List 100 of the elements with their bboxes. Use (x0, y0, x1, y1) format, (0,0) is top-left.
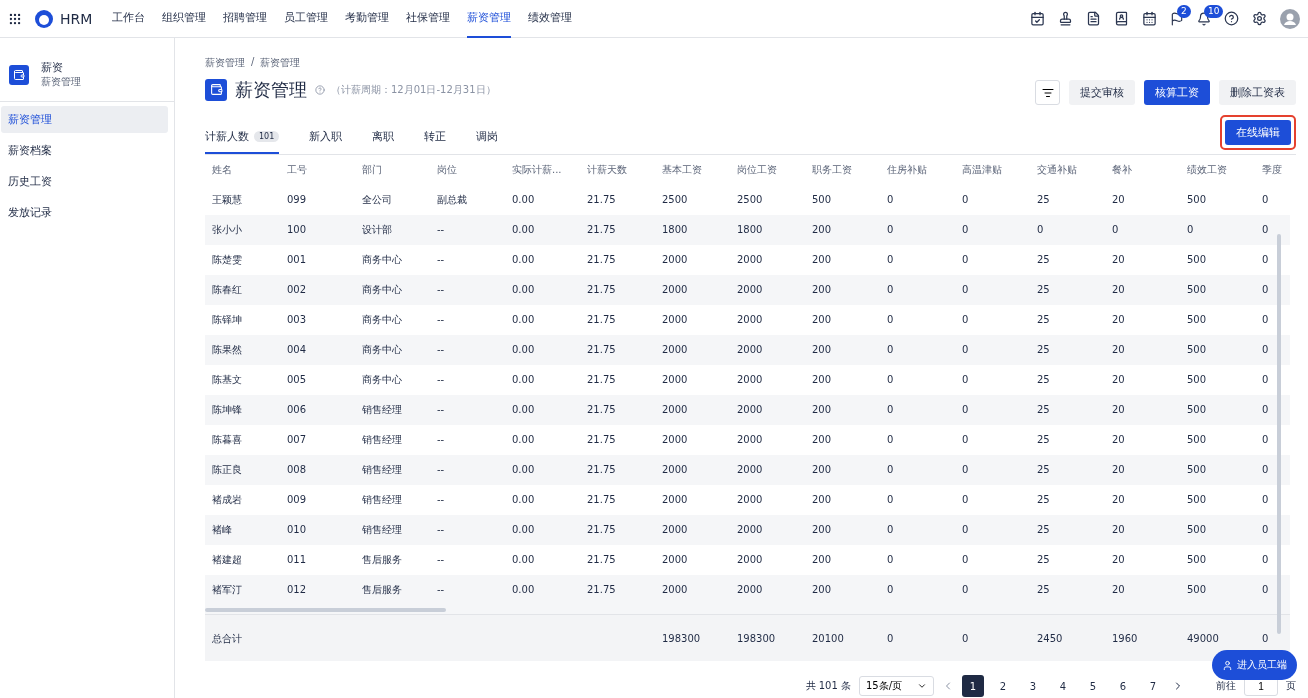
sidebar-item[interactable]: 薪资档案 (1, 137, 168, 164)
table-cell: 0.00 (505, 515, 580, 545)
table-cell: 0 (955, 575, 1030, 605)
page-number[interactable]: 2 (992, 675, 1014, 697)
table-cell: 0 (955, 335, 1030, 365)
column-header: 交通补贴 (1036, 163, 1078, 177)
table-cell: 21.75 (580, 395, 655, 425)
contacts-icon[interactable] (1114, 11, 1129, 26)
action-button[interactable]: 核算工资 (1144, 80, 1210, 105)
breadcrumb-link[interactable]: 薪资管理 (205, 56, 245, 70)
column-header: 基本工资 (661, 163, 703, 177)
tab[interactable]: 离职 (372, 129, 395, 154)
page-number[interactable]: 3 (1022, 675, 1044, 697)
table-cell: 200 (805, 395, 880, 425)
edit-online-button[interactable]: 在线编辑 (1225, 120, 1291, 145)
table-cell: 2000 (730, 515, 805, 545)
table-cell: 0 (1105, 215, 1180, 245)
sidebar-item[interactable]: 发放记录 (1, 199, 168, 226)
table-cell: 500 (1180, 575, 1255, 605)
calendar-check-icon[interactable] (1030, 11, 1045, 26)
nav-tab[interactable]: 招聘管理 (223, 0, 268, 38)
nav-tab[interactable]: 工作台 (112, 0, 146, 38)
table-cell: 0 (1255, 215, 1290, 245)
table-cell: 20 (1105, 575, 1180, 605)
table-cell: 陈春红 (205, 275, 280, 305)
table-cell: 1800 (730, 215, 805, 245)
table-cell: 500 (1180, 515, 1255, 545)
table-cell: 0 (880, 575, 955, 605)
stamp-icon[interactable] (1058, 11, 1073, 26)
column-header: 高温津贴 (961, 163, 1003, 177)
filter-button[interactable] (1035, 80, 1060, 105)
page-number[interactable]: 1 (962, 675, 984, 697)
action-button[interactable]: 删除工资表 (1219, 80, 1296, 105)
tab[interactable]: 调岗 (476, 129, 499, 154)
table-cell: 010 (280, 515, 355, 545)
nav-tab[interactable]: 组织管理 (162, 0, 207, 38)
table-cell: 0 (955, 455, 1030, 485)
vertical-scrollbar[interactable] (1277, 234, 1281, 634)
table-cell: 21.75 (580, 455, 655, 485)
nav-tab[interactable]: 考勤管理 (345, 0, 390, 38)
count-badge: 101 (254, 131, 280, 142)
table-cell: 20 (1105, 335, 1180, 365)
table-cell: 006 (280, 395, 355, 425)
page-number[interactable]: 7 (1142, 675, 1164, 697)
avatar-icon[interactable] (1280, 8, 1300, 29)
page-number[interactable]: 5 (1082, 675, 1104, 697)
wallet-icon (9, 64, 29, 85)
table-cell: 0.00 (505, 455, 580, 485)
table-cell: 销售经理 (355, 395, 430, 425)
tab[interactable]: 计薪人数 101 (205, 129, 280, 154)
table-cell: 21.75 (580, 335, 655, 365)
sidebar-item[interactable]: 历史工资 (1, 168, 168, 195)
sidebar-item[interactable]: 薪资管理 (1, 106, 168, 133)
page-number[interactable]: 6 (1112, 675, 1134, 697)
nav-tab[interactable]: 社保管理 (406, 0, 451, 38)
breadcrumb-link[interactable]: 薪资管理 (260, 56, 301, 70)
total-count: 共 101 条 (805, 679, 851, 693)
caret-icon (917, 681, 927, 691)
table-cell: 0 (955, 515, 1030, 545)
document-icon[interactable] (1086, 11, 1101, 26)
tab[interactable]: 新入职 (309, 129, 343, 154)
action-button[interactable]: 提交审核 (1069, 80, 1135, 105)
column-header: 住房补贴 (886, 163, 928, 177)
table-cell: 2000 (655, 455, 730, 485)
calendar-icon[interactable] (1142, 11, 1157, 26)
page-size-select[interactable]: 15条/页 (859, 676, 934, 696)
column-header: 实际计薪... (511, 163, 563, 177)
table-cell: 200 (805, 515, 880, 545)
page-title: 薪资管理 (235, 77, 307, 102)
column-header: 餐补 (1111, 163, 1133, 177)
total-label: 总合计 (205, 614, 655, 661)
settings-icon[interactable] (1252, 11, 1267, 26)
nav-tab[interactable]: 绩效管理 (528, 0, 573, 38)
table-cell: 200 (805, 275, 880, 305)
pay-period: （计薪周期：12月01日-12月31日） (331, 82, 496, 97)
table-cell: 商务中心 (355, 335, 430, 365)
table-cell: 2000 (655, 575, 730, 605)
table-cell: 设计部 (355, 215, 430, 245)
apps-menu-icon[interactable] (8, 11, 22, 26)
table-cell: 2000 (655, 335, 730, 365)
column-header: 绩效工资 (1186, 163, 1228, 177)
table-cell: -- (430, 395, 505, 425)
horizontal-scrollbar[interactable] (205, 605, 1290, 614)
wallet-icon (205, 78, 227, 101)
goto-label: 前往 (1216, 679, 1236, 693)
table-cell: 张小小 (205, 215, 280, 245)
table-cell: 褚军汀 (205, 575, 280, 605)
tab[interactable]: 转正 (424, 129, 447, 154)
notification-icon[interactable] (1197, 11, 1211, 26)
table-cell: 2000 (730, 275, 805, 305)
help-icon[interactable] (1224, 11, 1239, 26)
table-cell: 2000 (730, 455, 805, 485)
page-number[interactable]: 4 (1052, 675, 1074, 697)
nav-tab[interactable]: 薪资管理 (467, 0, 512, 38)
employee-portal-button[interactable]: 进入员工端 (1212, 650, 1297, 680)
brand-name: HRM (60, 10, 93, 27)
column-header: 岗位工资 (736, 163, 778, 177)
nav-tab[interactable]: 员工管理 (284, 0, 329, 38)
column-header: 计薪天数 (586, 163, 628, 177)
table-cell: 2000 (730, 575, 805, 605)
